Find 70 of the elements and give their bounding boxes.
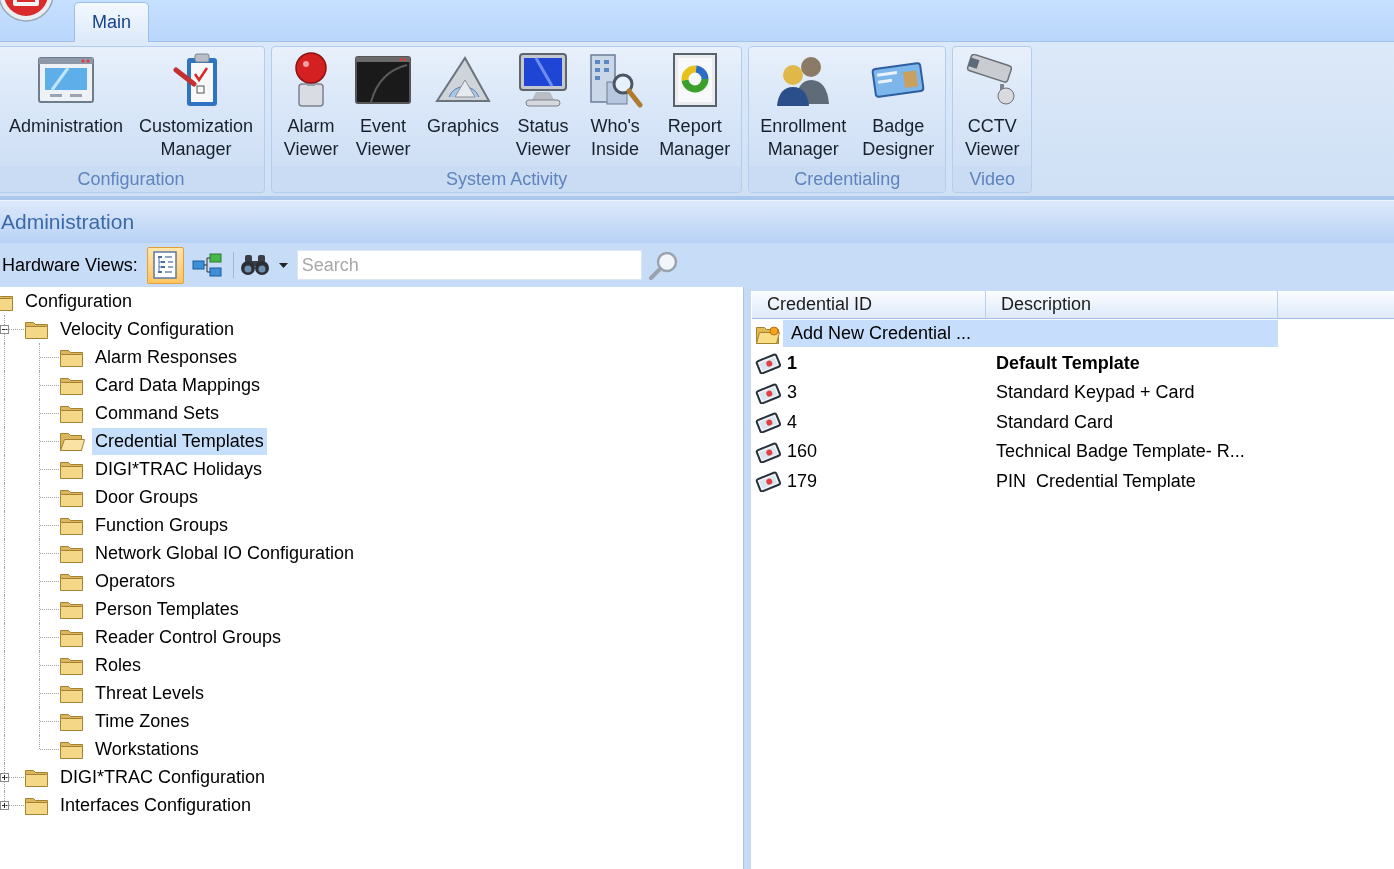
ribbon-button[interactable]: CCTV Viewer	[956, 47, 1029, 166]
ribbon-button[interactable]: Badge Designer	[854, 47, 943, 166]
people-icon	[775, 54, 832, 106]
window-icon	[355, 56, 412, 104]
tree-item[interactable]: Card Data Mappings	[92, 371, 264, 399]
donut-chart-icon	[671, 52, 718, 108]
panel-title: Administration	[0, 200, 1394, 243]
tree-item[interactable]: Function Groups	[92, 511, 232, 539]
table-cell-text: Technical Badge Template- R...	[995, 440, 1246, 464]
plus-icon[interactable]	[0, 773, 9, 782]
caret-icon[interactable]	[278, 262, 288, 268]
search-field[interactable]: Search	[296, 250, 642, 280]
tree-item[interactable]: Person Templates	[92, 595, 242, 623]
triangle-ruler-icon	[435, 56, 492, 104]
monitor-icon	[518, 52, 569, 108]
tree-item[interactable]: Workstations	[92, 735, 202, 763]
table-cell-text: PIN Credential Template	[995, 469, 1197, 493]
list-icon	[153, 251, 178, 279]
ribbon-button[interactable]: Report Manager	[651, 47, 739, 166]
tree-item[interactable]: Configuration	[22, 287, 136, 315]
ribbon-button[interactable]: Alarm Viewer	[275, 47, 348, 166]
table-cell-text: Standard Keypad + Card	[995, 381, 1196, 405]
group-label: Video	[953, 166, 1032, 192]
table-cell-text: Default Template	[995, 351, 1141, 375]
tree-item[interactable]: Threat Levels	[92, 679, 208, 707]
tree-item[interactable]: Operators	[92, 567, 179, 595]
card-icon	[755, 381, 782, 404]
column-header[interactable]: Credential ID	[752, 291, 986, 318]
tree-item[interactable]: Interfaces Configuration	[57, 791, 255, 819]
toolbar-label: Hardware Views:	[2, 254, 138, 276]
ribbon-button[interactable]: Administration	[1, 47, 132, 166]
table-cell-text: 3	[786, 381, 798, 405]
ribbon-tab[interactable]: Main	[74, 2, 149, 42]
add-credential-item[interactable]: Add New Credential ...	[783, 320, 1278, 348]
card-icon	[755, 440, 782, 463]
clipboard-icon	[173, 52, 220, 108]
group-label: System Activity	[272, 166, 742, 192]
table-cell-text: 179	[786, 469, 819, 493]
binoculars-icon[interactable]	[239, 254, 270, 276]
tree-item[interactable]: Velocity Configuration	[57, 315, 238, 343]
ribbon-button[interactable]: Enrollment Manager	[752, 47, 855, 166]
tree-item[interactable]: Time Zones	[92, 707, 193, 735]
tree-item[interactable]: Roles	[92, 651, 145, 679]
tree-item[interactable]: Credential Templates	[92, 427, 267, 455]
table-cell-text: 4	[786, 410, 798, 434]
tree-item[interactable]: DIGI*TRAC Holidays	[92, 455, 266, 483]
minus-icon[interactable]	[0, 325, 9, 334]
hierarchy-icon	[192, 253, 223, 277]
tree-item[interactable]: Door Groups	[92, 483, 202, 511]
table-cell-text: 160	[786, 440, 819, 464]
building-magnifier-icon	[587, 52, 644, 108]
tree-item[interactable]: DIGI*TRAC Configuration	[57, 763, 269, 791]
ribbon-button[interactable]: Customization Manager	[131, 47, 262, 166]
group-label: Configuration	[0, 166, 265, 192]
group-label: Credentialing	[749, 166, 946, 192]
tree-item[interactable]: Command Sets	[92, 399, 223, 427]
ribbon-button[interactable]: Who's Inside	[579, 47, 652, 166]
ribbon-button[interactable]: Event Viewer	[347, 47, 420, 166]
tree-item[interactable]: Network Global IO Configuration	[92, 539, 358, 567]
column-header[interactable]: Description	[986, 291, 1278, 318]
table-cell-text: Standard Card	[995, 410, 1115, 434]
ribbon-button[interactable]: Graphics	[419, 47, 508, 166]
view-toggle-button[interactable]	[146, 246, 184, 284]
tree-item[interactable]: Reader Control Groups	[92, 623, 285, 651]
monitor-window-icon	[38, 57, 94, 103]
tree-item[interactable]: Alarm Responses	[92, 343, 241, 371]
plus-icon[interactable]	[0, 801, 9, 810]
ribbon-button[interactable]: Status Viewer	[507, 47, 580, 166]
open-folder-icon	[59, 430, 85, 452]
table-cell-text: 1	[786, 351, 798, 375]
